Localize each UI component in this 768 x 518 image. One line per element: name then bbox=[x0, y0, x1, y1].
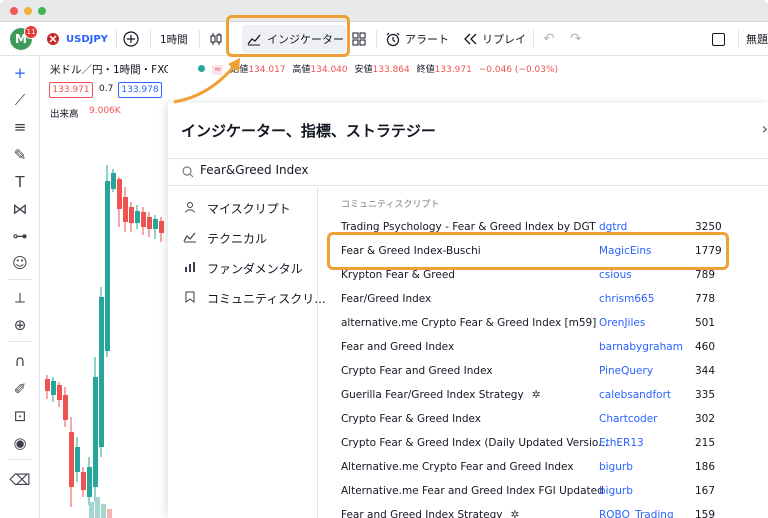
list-item[interactable]: Fear and Greed Index barnabygraham 460 bbox=[318, 336, 768, 360]
chart-pane[interactable]: 米ドル／円・1時間・FXCM 133.971 0.7 133.978 出来高 9… bbox=[41, 57, 168, 518]
search-input[interactable]: Fear&Greed Index bbox=[200, 163, 308, 177]
compare-add-button[interactable] bbox=[123, 22, 139, 56]
redo-icon: ↷ bbox=[570, 31, 582, 47]
candlestick-series bbox=[45, 165, 164, 518]
category-my-scripts[interactable]: マイスクリプト bbox=[182, 197, 291, 219]
layout-button[interactable] bbox=[712, 22, 725, 56]
result-highlight-box bbox=[327, 232, 729, 270]
notification-badge: 11 bbox=[24, 25, 38, 39]
ruler-icon[interactable]: ⟂ bbox=[0, 286, 40, 310]
search-bar: Fear&Greed Index bbox=[168, 158, 768, 186]
category-community-scripts[interactable]: コミュニティスクリ... bbox=[182, 287, 326, 309]
replay-button[interactable]: リプレイ bbox=[462, 22, 526, 56]
drawing-toolbar: + ⟋ ≡ ✎ T ⋈ ⊶ ☺ ⟂ ⊕ ∩ ✐ ⊡ ◉ ⌫ bbox=[0, 57, 40, 518]
search-icon bbox=[182, 166, 194, 178]
smiley-icon[interactable]: ☺ bbox=[0, 251, 40, 275]
interval-button[interactable]: 1時間 bbox=[160, 22, 188, 56]
maximize-window-icon[interactable] bbox=[38, 7, 46, 15]
list-item[interactable]: Fear and Greed Index Strategy ✲ ROBO_Tradi… bbox=[318, 504, 768, 518]
list-item[interactable]: Alternative.me Fear and Greed Index FGI … bbox=[318, 480, 768, 504]
list-item[interactable]: alternative.me Crypto Fear & Greed Index… bbox=[318, 312, 768, 336]
community-icon bbox=[182, 291, 198, 306]
candles-icon bbox=[210, 33, 222, 45]
forecast-icon[interactable]: ⊶ bbox=[0, 224, 40, 248]
indicators-highlight-box bbox=[226, 15, 350, 57]
user-icon bbox=[182, 201, 198, 216]
crosshair-icon[interactable]: + bbox=[0, 61, 40, 85]
eye-icon[interactable]: ◉ bbox=[0, 431, 40, 455]
plus-circle-icon bbox=[123, 31, 139, 47]
zoom-in-icon[interactable]: ⊕ bbox=[0, 313, 40, 337]
strategy-icon: ✲ bbox=[531, 389, 541, 401]
layout-name-button[interactable]: 無題 bbox=[746, 22, 768, 56]
templates-button[interactable] bbox=[352, 22, 366, 56]
list-item[interactable]: Crypto Fear and Greed Index PineQuery 344 bbox=[318, 360, 768, 384]
list-item[interactable]: Alternative.me Crypto Fear and Greed Ind… bbox=[318, 456, 768, 480]
top-toolbar: USDJPY 1時間 インジケーター アラート リプレイ ↶ ↷ 無題 bbox=[0, 22, 768, 56]
brush-icon[interactable]: ✎ bbox=[0, 143, 40, 167]
list-item[interactable]: Crypto Fear & Greed Index (Daily Updated… bbox=[318, 432, 768, 456]
alert-button[interactable]: アラート bbox=[385, 22, 449, 56]
section-label: コミュニティスクリプト bbox=[341, 200, 440, 210]
square-icon bbox=[712, 32, 725, 46]
lock-icon[interactable]: ⊡ bbox=[0, 404, 40, 428]
chart-type-button[interactable] bbox=[208, 22, 224, 56]
symbol-label: USDJPY bbox=[66, 33, 108, 45]
dialog-title: インジケーター、指標、ストラテジー bbox=[181, 122, 436, 140]
replay-label: リプレイ bbox=[482, 33, 526, 46]
symbol-search[interactable]: USDJPY bbox=[46, 22, 108, 56]
close-window-icon[interactable] bbox=[10, 7, 18, 15]
window-titlebar bbox=[0, 0, 768, 22]
category-fundamentals[interactable]: ファンダメンタル bbox=[182, 257, 303, 279]
minimize-window-icon[interactable] bbox=[24, 7, 32, 15]
undo-icon: ↶ bbox=[543, 31, 555, 47]
indicators-dialog: インジケーター、指標、ストラテジー › Fear&Greed Index マイス… bbox=[168, 103, 768, 518]
redo-button[interactable]: ↷ bbox=[570, 22, 582, 56]
list-item[interactable]: Guerilla Fear/Greed Index Strategy ✲ caleb… bbox=[318, 384, 768, 408]
category-technicals[interactable]: テクニカル bbox=[182, 227, 267, 249]
list-item[interactable]: Crypto Fear & Greed Index Chartcoder 302 bbox=[318, 408, 768, 432]
trend-line-icon[interactable]: ⟋ bbox=[0, 88, 40, 112]
fundamental-icon bbox=[182, 261, 198, 276]
text-tool-icon[interactable]: T bbox=[0, 170, 40, 194]
technical-icon bbox=[182, 231, 198, 246]
lock-drawing-icon[interactable]: ✐ bbox=[0, 377, 40, 401]
alarm-clock-icon bbox=[386, 32, 400, 47]
list-item[interactable]: Fear/Greed Index chrism665 778 bbox=[318, 288, 768, 312]
alert-label: アラート bbox=[405, 33, 449, 46]
category-list: マイスクリプト テクニカル ファンダメンタル コミュニティスクリ... bbox=[168, 187, 326, 518]
rewind-icon bbox=[464, 33, 477, 45]
currency-flag-icon bbox=[47, 33, 59, 45]
annotation-arrow-icon bbox=[173, 58, 240, 104]
pattern-icon[interactable]: ⋈ bbox=[0, 197, 40, 221]
magnet-icon[interactable]: ∩ bbox=[0, 349, 40, 373]
fib-lines-icon[interactable]: ≡ bbox=[0, 115, 40, 139]
strategy-icon: ✲ bbox=[510, 509, 520, 518]
trash-icon[interactable]: ⌫ bbox=[0, 468, 40, 492]
ohlc-legend: ≈ 始値134.017 高値134.040 安値133.864 終値133.97… bbox=[198, 62, 558, 75]
close-icon[interactable]: › bbox=[762, 119, 768, 138]
undo-button[interactable]: ↶ bbox=[543, 22, 555, 56]
grid-icon bbox=[352, 32, 366, 46]
